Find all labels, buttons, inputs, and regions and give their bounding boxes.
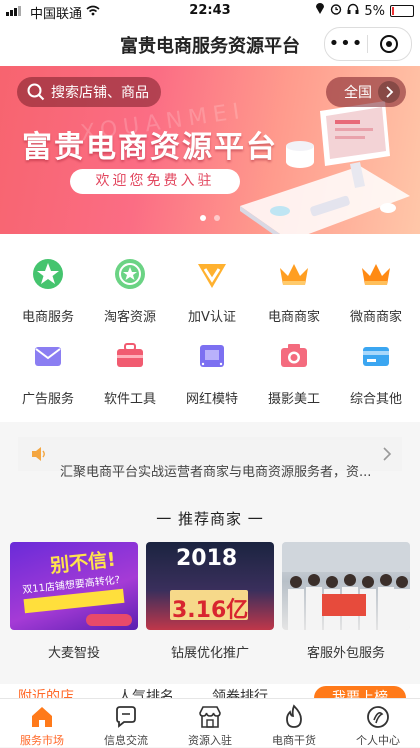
category-taoke-resources[interactable]: 淘客资源 — [88, 234, 172, 325]
camera-icon — [281, 344, 307, 367]
close-miniapp-button[interactable] — [368, 34, 410, 54]
battery-label: 5% — [364, 3, 385, 19]
carousel-dot[interactable] — [214, 215, 220, 221]
carousel-dot[interactable] — [200, 215, 206, 221]
chevron-right-icon — [383, 447, 392, 461]
carousel-indicator — [200, 215, 220, 221]
target-icon — [380, 35, 398, 53]
banner-carousel[interactable]: XOUANMEI 搜索店铺、商品 全国 富贵电商资源平台 欢迎您免费入驻 — [0, 66, 420, 234]
merchant-name[interactable]: 大麦智投 — [10, 642, 138, 661]
status-right: 5% — [315, 3, 414, 19]
promo-button-shape — [86, 614, 132, 626]
search-bar[interactable]: 搜索店铺、商品 — [17, 77, 161, 107]
category-ad-service[interactable]: 广告服务 — [6, 316, 90, 407]
headphones-icon — [347, 3, 359, 19]
merchant-card-image[interactable]: 2018 3.16亿 — [146, 542, 274, 630]
tab-ecommerce-tips[interactable]: 电商干货 — [252, 699, 336, 747]
category-photography-art[interactable]: 摄影美工 — [252, 316, 336, 407]
announcement-text: 汇聚电商平台实战运营者商家与电商资源服务者，资... — [60, 465, 372, 480]
more-menu-button[interactable]: ••• — [325, 35, 367, 53]
speaker-icon — [32, 447, 45, 461]
tab-service-market[interactable]: 服务市场 — [0, 699, 84, 747]
announcement-bar[interactable]: 汇聚电商平台实战运营者商家与电商资源服务者，资... — [18, 437, 402, 480]
chevron-right-icon — [378, 81, 400, 103]
tab-coupon-ranking[interactable]: 领券排行 — [212, 686, 268, 698]
envelope-icon — [35, 347, 61, 366]
tab-nearby[interactable]: 附近的店 — [18, 686, 74, 698]
crown-icon — [280, 264, 308, 285]
category-label: 网红模特 — [185, 392, 238, 407]
toolbox-icon — [117, 343, 143, 367]
promo-year: 2018 — [176, 546, 238, 571]
category-label: 广告服务 — [21, 392, 74, 407]
get-listed-button[interactable]: 我要上榜 — [314, 686, 406, 698]
category-label: 综合其他 — [349, 392, 402, 407]
flame-icon — [286, 704, 302, 728]
home-icon — [32, 707, 52, 727]
category-ecommerce-merchant[interactable]: 电商商家 — [252, 234, 336, 325]
tab-resource-join[interactable]: 资源入驻 — [168, 699, 252, 747]
category-wechat-merchant[interactable]: 微商商家 — [334, 234, 418, 325]
film-icon — [200, 345, 224, 367]
region-selector[interactable]: 全国 — [326, 77, 406, 107]
category-other[interactable]: 综合其他 — [334, 316, 418, 407]
v-badge-icon — [198, 264, 226, 288]
search-placeholder: 搜索店铺、商品 — [51, 85, 149, 101]
category-influencer-model[interactable]: 网红模特 — [170, 316, 254, 407]
category-v-certification[interactable]: 加V认证 — [170, 234, 254, 325]
ranking-tabs: 附近的店 人气排名 领券排行 我要上榜 — [0, 684, 420, 698]
category-grid: 电商服务 淘客资源 加V认证 电商商家 微商商家 广告服务 软件工具 网红模特 … — [0, 234, 420, 422]
profile-icon — [367, 706, 389, 728]
tab-popularity[interactable]: 人气排名 — [118, 686, 174, 698]
category-ecommerce-service[interactable]: 电商服务 — [6, 234, 90, 325]
alarm-icon — [330, 3, 342, 19]
status-bar: 中国联通 22:43 5% — [0, 0, 420, 22]
section-title-recommended: 一 推荐商家 一 — [156, 510, 264, 528]
battery-icon — [390, 5, 414, 17]
location-icon — [315, 3, 325, 19]
tab-profile[interactable]: 个人中心 — [336, 699, 420, 747]
tab-info-exchange[interactable]: 信息交流 — [84, 699, 168, 747]
category-label: 软件工具 — [103, 392, 156, 407]
merchant-name[interactable]: 客服外包服务 — [282, 642, 410, 661]
crown-icon — [362, 264, 390, 285]
promo-figure: 3.16亿 — [172, 598, 249, 623]
group-photo-icon — [282, 542, 410, 630]
category-software-tools[interactable]: 软件工具 — [88, 316, 172, 407]
chat-icon — [116, 706, 136, 728]
bottom-tab-bar: 服务市场 信息交流 资源入驻 电商干货 个人中心 — [0, 698, 420, 747]
star-badge-icon — [33, 259, 63, 289]
banner-headline: 富贵电商资源平台 — [22, 130, 278, 165]
category-label: 摄影美工 — [267, 392, 320, 407]
star-circle-icon — [115, 259, 145, 289]
banner-subline: 欢迎您免费入驻 — [70, 169, 240, 194]
miniapp-capsule: ••• — [324, 27, 412, 61]
merchant-card-image[interactable]: 别不信! 双11店铺想要高转化? — [10, 542, 138, 630]
nav-bar: 富贵电商服务资源平台 ••• — [0, 22, 420, 66]
merchant-name[interactable]: 钻展优化推广 — [146, 642, 274, 661]
search-icon — [27, 83, 45, 101]
merchant-card-image[interactable] — [282, 542, 410, 630]
region-label: 全国 — [344, 85, 372, 101]
store-icon — [199, 706, 221, 728]
card-icon — [363, 347, 389, 366]
